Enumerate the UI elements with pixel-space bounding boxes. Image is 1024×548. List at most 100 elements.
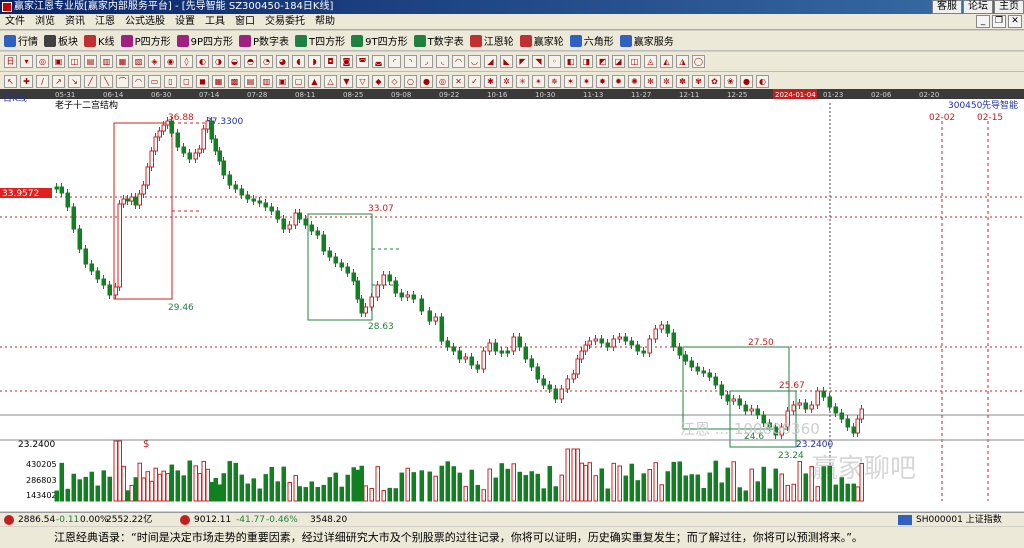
draw-tool-9-icon[interactable]: ▭ (148, 75, 161, 88)
draw-tool-26-icon[interactable]: ● (420, 75, 433, 88)
indicator-tool-13-icon[interactable]: ◑ (212, 55, 225, 68)
draw-tool-30-icon[interactable]: ✱ (484, 75, 497, 88)
draw-tool-5-icon[interactable]: ╱ (84, 75, 97, 88)
indicator-tool-32-icon[interactable]: ◤ (516, 55, 529, 68)
draw-tool-39-icon[interactable]: ✺ (628, 75, 641, 88)
indicator-tool-14-icon[interactable]: ◒ (228, 55, 241, 68)
indicator-tool-37-icon[interactable]: ◩ (596, 55, 609, 68)
draw-tool-37-icon[interactable]: ✸ (596, 75, 609, 88)
indicator-tool-29-icon[interactable]: ◡ (468, 55, 481, 68)
indicator-tool-8-icon[interactable]: ▧ (132, 55, 145, 68)
draw-tool-31-icon[interactable]: ✲ (500, 75, 513, 88)
indicator-tool-23-icon[interactable]: ◛ (372, 55, 385, 68)
toolbar-btn-9[interactable]: 江恩轮 (469, 33, 514, 48)
draw-tool-4-icon[interactable]: ↘ (68, 75, 81, 88)
toolbar-btn-10[interactable]: 赢家轮 (519, 33, 564, 48)
index-code[interactable]: SH000001 上证指数 (916, 513, 1002, 526)
minimize-icon[interactable]: _ (976, 15, 990, 28)
indicator-tool-16-icon[interactable]: ◔ (260, 55, 273, 68)
indicator-tool-43-icon[interactable]: ◯ (692, 55, 705, 68)
index-selector-icon[interactable] (898, 515, 912, 525)
indicator-tool-12-icon[interactable]: ◐ (196, 55, 209, 68)
draw-tool-32-icon[interactable]: ✳ (516, 75, 529, 88)
draw-tool-33-icon[interactable]: ✴ (532, 75, 545, 88)
draw-tool-43-icon[interactable]: ✾ (692, 75, 705, 88)
draw-tool-6-icon[interactable]: ╲ (100, 75, 113, 88)
indicator-tool-30-icon[interactable]: ◢ (484, 55, 497, 68)
toolbar-btn-7[interactable]: 9T四方形 (351, 33, 408, 48)
indicator-tool-17-icon[interactable]: ◕ (276, 55, 289, 68)
toolbar-btn-4[interactable]: 9P四方形 (176, 33, 233, 48)
indicator-tool-38-icon[interactable]: ◪ (612, 55, 625, 68)
link-service[interactable]: 客服 (932, 0, 962, 14)
toolbar-btn-8[interactable]: T数字表 (413, 33, 464, 48)
toolbar-btn-11[interactable]: 六角形 (569, 33, 614, 48)
toolbar-btn-1[interactable]: 板块 (44, 33, 78, 48)
toolbar-btn-5[interactable]: P数字表 (239, 33, 289, 48)
link-home[interactable]: 主页 (994, 0, 1024, 14)
indicator-tool-33-icon[interactable]: ◥ (532, 55, 545, 68)
draw-tool-27-icon[interactable]: ◎ (436, 75, 449, 88)
indicator-tool-27-icon[interactable]: ◟ (436, 55, 449, 68)
indicator-tool-18-icon[interactable]: ◖ (292, 55, 305, 68)
menu-formula[interactable]: 公式选股 (120, 14, 170, 30)
draw-tool-13-icon[interactable]: ▦ (212, 75, 225, 88)
draw-tool-21-icon[interactable]: ▼ (340, 75, 353, 88)
indicator-tool-6-icon[interactable]: ▥ (100, 55, 113, 68)
menu-browse[interactable]: 浏览 (30, 14, 60, 30)
draw-tool-28-icon[interactable]: ✕ (452, 75, 465, 88)
draw-tool-47-icon[interactable]: ◐ (756, 75, 769, 88)
menu-trade[interactable]: 交易委托 (260, 14, 310, 30)
menu-window[interactable]: 窗口 (230, 14, 260, 30)
restore-icon[interactable]: ❐ (992, 15, 1006, 28)
toolbar-btn-2[interactable]: K线 (84, 33, 115, 48)
indicator-tool-19-icon[interactable]: ◗ (308, 55, 321, 68)
indicator-tool-42-icon[interactable]: ◮ (676, 55, 689, 68)
indicator-tool-40-icon[interactable]: ◬ (644, 55, 657, 68)
draw-tool-22-icon[interactable]: ▽ (356, 75, 369, 88)
draw-tool-8-icon[interactable]: ◠ (132, 75, 145, 88)
draw-tool-41-icon[interactable]: ✼ (660, 75, 673, 88)
indicator-tool-20-icon[interactable]: ◘ (324, 55, 337, 68)
kline-chart-svg[interactable]: 05-31 06-14 06-30 07-14 07-28 08-11 08-25 09-08… (0, 89, 1024, 511)
indicator-tool-24-icon[interactable]: ◜ (388, 55, 401, 68)
menu-settings[interactable]: 设置 (170, 14, 200, 30)
draw-tool-40-icon[interactable]: ✻ (644, 75, 657, 88)
draw-tool-35-icon[interactable]: ✶ (564, 75, 577, 88)
draw-tool-23-icon[interactable]: ◆ (372, 75, 385, 88)
indicator-tool-3-icon[interactable]: ▣ (52, 55, 65, 68)
draw-tool-34-icon[interactable]: ✵ (548, 75, 561, 88)
indicator-tool-25-icon[interactable]: ◝ (404, 55, 417, 68)
draw-tool-19-icon[interactable]: ▲ (308, 75, 321, 88)
indicator-tool-35-icon[interactable]: ◧ (564, 55, 577, 68)
draw-tool-36-icon[interactable]: ✷ (580, 75, 593, 88)
indicator-tool-34-icon[interactable]: ◦ (548, 55, 561, 68)
indicator-tool-9-icon[interactable]: ◈ (148, 55, 161, 68)
indicator-tool-39-icon[interactable]: ◫ (628, 55, 641, 68)
draw-tool-11-icon[interactable]: ◻ (180, 75, 193, 88)
menu-help[interactable]: 帮助 (310, 14, 340, 30)
menu-file[interactable]: 文件 (0, 14, 30, 30)
indicator-tool-21-icon[interactable]: ◙ (340, 55, 353, 68)
draw-tool-18-icon[interactable]: ▢ (292, 75, 305, 88)
indicator-tool-28-icon[interactable]: ◠ (452, 55, 465, 68)
toolbar-btn-0[interactable]: 行情 (4, 33, 38, 48)
toolbar-btn-3[interactable]: P四方形 (120, 33, 171, 48)
draw-tool-38-icon[interactable]: ✹ (612, 75, 625, 88)
indicator-tool-1-icon[interactable]: ▾ (20, 55, 33, 68)
draw-tool-20-icon[interactable]: △ (324, 75, 337, 88)
draw-tool-10-icon[interactable]: ▯ (164, 75, 177, 88)
indicator-tool-31-icon[interactable]: ◣ (500, 55, 513, 68)
draw-tool-24-icon[interactable]: ◇ (388, 75, 401, 88)
indicator-tool-41-icon[interactable]: ◭ (660, 55, 673, 68)
draw-tool-2-icon[interactable]: ∕ (36, 75, 49, 88)
indicator-tool-36-icon[interactable]: ◨ (580, 55, 593, 68)
toolbar-btn-6[interactable]: T四方形 (295, 33, 345, 48)
draw-tool-17-icon[interactable]: ▣ (276, 75, 289, 88)
draw-tool-45-icon[interactable]: ❀ (724, 75, 737, 88)
indicator-tool-15-icon[interactable]: ◓ (244, 55, 257, 68)
draw-tool-3-icon[interactable]: ↗ (52, 75, 65, 88)
indicator-tool-0-icon[interactable]: 日 (4, 55, 17, 68)
indicator-tool-5-icon[interactable]: ▤ (84, 55, 97, 68)
draw-tool-1-icon[interactable]: ✚ (20, 75, 33, 88)
